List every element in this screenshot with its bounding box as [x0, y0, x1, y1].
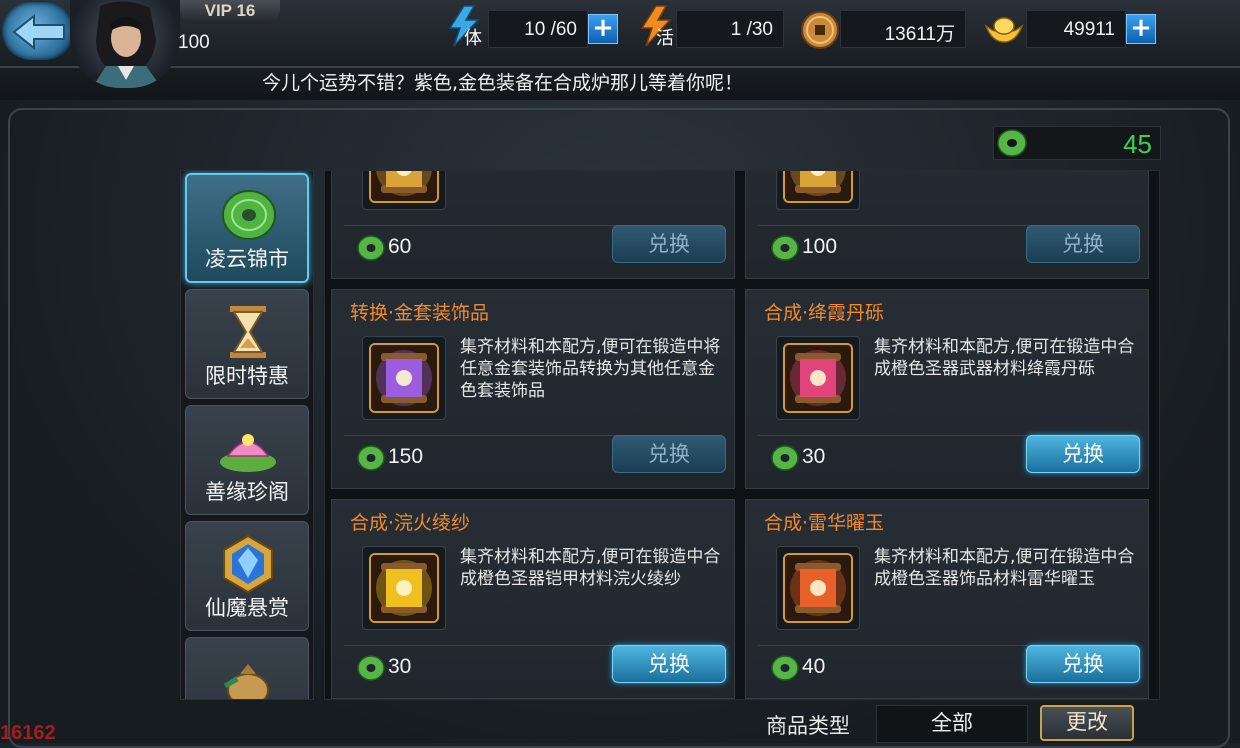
item-price-value: 100 [802, 235, 838, 258]
tab-limited-offer[interactable]: 限时特惠 [185, 289, 309, 399]
jade-disc-icon [771, 655, 799, 681]
item-price-value: 30 [388, 655, 412, 678]
vitality-display: 1 /30 [676, 10, 784, 48]
jade-balance-value: 45 [1123, 129, 1152, 159]
item-title: 合成·绛霞丹砾 [764, 302, 885, 324]
item-card: 他任意金色套装武器60兑换 [331, 171, 735, 279]
item-icon-frame[interactable] [362, 336, 446, 420]
tab-label: 善缘珍阁 [205, 480, 289, 504]
item-card: 合成·绛霞丹砾集齐材料和本配方,便可在锻造中合成橙色圣器武器材料绛霞丹砾 30 兑换 [745, 289, 1149, 489]
recipe-scroll-icon [369, 343, 439, 413]
category-filter-select[interactable]: 全部 [876, 705, 1028, 743]
hourglass-icon [230, 306, 266, 358]
tab-label: 仙魔悬赏 [205, 596, 289, 620]
tab-label: 限时特惠 [205, 364, 289, 388]
stamina-value: 10 /60 [524, 19, 577, 40]
jade-disc-icon [357, 235, 385, 261]
copper-coin-icon [801, 11, 839, 49]
character-portrait-icon [92, 1, 162, 88]
gold-display: 49911 [1026, 10, 1126, 48]
exchange-button[interactable]: 兑换 [612, 645, 726, 683]
item-icon-frame[interactable] [362, 546, 446, 630]
tab-lingyun-market[interactable]: 凌云锦市 [185, 173, 309, 283]
filter-label: 商品类型 [766, 714, 850, 738]
exchange-button[interactable]: 兑换 [1026, 645, 1140, 683]
exchange-button[interactable]: 兑换 [1026, 225, 1140, 263]
item-price-value: 40 [802, 655, 826, 678]
item-card: 他任意金色套装衣服100兑换 [745, 171, 1149, 279]
jade-disc-icon [222, 190, 276, 240]
site-watermark-logo: 16162 [0, 722, 56, 744]
item-title: 转换·金套装饰品 [350, 302, 490, 324]
recipe-scroll-icon [369, 171, 439, 203]
add-gold-button[interactable]: + [1126, 14, 1156, 44]
coins-display: 13611万 [840, 10, 966, 48]
item-description: 集齐材料和本配方,便可在锻造中合成橙色圣器饰品材料雷华曜玉 [874, 547, 1135, 589]
vitality-glyph: 活 [656, 28, 674, 49]
tab-label: 凌云锦市 [205, 247, 289, 271]
item-card: 转换·金套装饰品集齐材料和本配方,便可在锻造中将任意金套装饰品转换为其他任意金色… [331, 289, 735, 489]
money-bag-icon [223, 664, 269, 699]
item-description: 集齐材料和本配方,便可在锻造中合成橙色圣器铠甲材料浣火绫纱 [460, 547, 721, 589]
exchange-button[interactable]: 兑换 [612, 435, 726, 473]
tab-immortal-bounty[interactable]: 仙魔悬赏 [185, 521, 309, 631]
item-description: 集齐材料和本配方,便可在锻造中合成橙色圣器武器材料绛霞丹砾 [874, 337, 1135, 379]
exchange-button[interactable]: 兑换 [1026, 435, 1140, 473]
tab-charity-pavilion[interactable]: 善缘珍阁 [185, 405, 309, 515]
add-stamina-button[interactable]: + [588, 14, 618, 44]
item-price-value: 30 [802, 445, 826, 468]
jade-disc-icon [771, 235, 799, 261]
recipe-scroll-icon [783, 171, 853, 203]
blue-gem-icon [223, 534, 273, 594]
recipe-scroll-icon [783, 553, 853, 623]
back-arrow-icon [12, 14, 65, 50]
change-filter-button[interactable]: 更改 [1040, 705, 1134, 741]
stamina-display: 10 /60 [488, 10, 588, 48]
jade-disc-icon [357, 655, 385, 681]
vitality-value: 1 /30 [730, 19, 773, 40]
item-icon-frame[interactable] [776, 336, 860, 420]
item-price-value: 150 [388, 445, 424, 468]
item-icon-frame[interactable] [776, 546, 860, 630]
jade-disc-icon [771, 445, 799, 471]
item-title: 合成·雷华曜玉 [764, 512, 885, 534]
player-level: 100 [178, 32, 210, 53]
item-card: 合成·雷华曜玉集齐材料和本配方,便可在锻造中合成橙色圣器饰品材料雷华曜玉 40 兑换 [745, 499, 1149, 699]
jade-disc-icon [357, 445, 385, 471]
jade-disc-icon [997, 129, 1027, 157]
gold-value: 49911 [1063, 19, 1115, 40]
lotus-icon [220, 434, 276, 472]
item-icon-frame[interactable] [362, 171, 446, 210]
back-button[interactable] [2, 2, 74, 60]
item-title: 合成·浣火绫纱 [350, 512, 471, 534]
notice-marquee: 今儿个运势不错？紫色,金色装备在合成炉那儿等着你呢！ [262, 72, 744, 94]
item-description: 集齐材料和本配方,便可在锻造中将任意金套装饰品转换为其他任意金色套装饰品 [460, 337, 721, 401]
tab-money-bag[interactable] [185, 637, 309, 699]
vip-badge: VIP 16 [180, 0, 280, 24]
category-sidebar: 凌云锦市 限时特惠 善缘珍阁 仙魔悬赏 [180, 170, 314, 700]
jade-balance: 45 [993, 126, 1161, 160]
item-price-value: 60 [388, 235, 412, 258]
item-card: 合成·浣火绫纱集齐材料和本配方,便可在锻造中合成橙色圣器铠甲材料浣火绫纱 30 兑换 [331, 499, 735, 699]
gold-ingot-icon [984, 17, 1024, 43]
stamina-glyph: 体 [464, 28, 482, 49]
recipe-scroll-icon [369, 553, 439, 623]
player-avatar[interactable] [70, 0, 180, 88]
coins-value: 13611万 [884, 24, 955, 45]
item-grid: 他任意金色套装武器60兑换他任意金色套装衣服100兑换转换·金套装饰品集齐材料和… [324, 170, 1160, 700]
recipe-scroll-icon [783, 343, 853, 413]
exchange-button[interactable]: 兑换 [612, 225, 726, 263]
item-icon-frame[interactable] [776, 171, 860, 210]
